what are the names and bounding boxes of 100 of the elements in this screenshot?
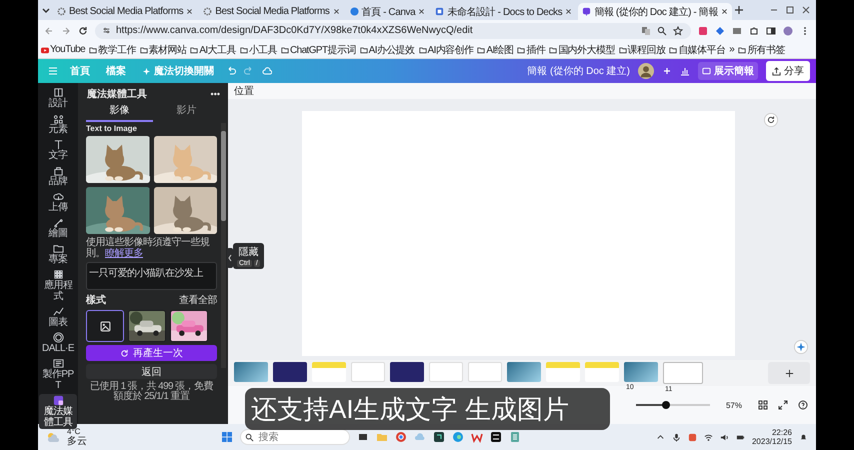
wifi-icon[interactable] bbox=[704, 432, 713, 442]
more-button[interactable]: ••• bbox=[210, 89, 220, 99]
sidebar-item[interactable]: 文字 bbox=[39, 138, 77, 162]
slide-thumbnail[interactable] bbox=[234, 362, 268, 382]
bookmark[interactable]: 课程回放 bbox=[618, 42, 666, 56]
scrollbar-thumb[interactable] bbox=[221, 131, 226, 221]
close-icon[interactable] bbox=[565, 8, 572, 15]
style-option[interactable] bbox=[128, 310, 166, 342]
close-icon[interactable] bbox=[720, 8, 728, 15]
slide-thumbnail[interactable] bbox=[429, 362, 463, 382]
see-all-link[interactable]: 查看全部 bbox=[179, 293, 217, 307]
add-icon[interactable] bbox=[662, 66, 672, 76]
puzzle-icon[interactable] bbox=[749, 26, 759, 36]
bookmark[interactable]: 插件 bbox=[517, 42, 546, 56]
reload-icon[interactable] bbox=[78, 26, 88, 36]
avatar-icon[interactable] bbox=[638, 63, 654, 79]
style-option[interactable] bbox=[86, 310, 124, 342]
media-tab[interactable]: 影片 bbox=[153, 101, 220, 122]
clock-time[interactable]: 22:26 bbox=[772, 428, 792, 437]
generate-again-button[interactable]: 再產生一次 bbox=[86, 345, 217, 361]
notes-icon[interactable] bbox=[509, 431, 522, 443]
star-icon[interactable] bbox=[673, 26, 683, 36]
forward-icon[interactable] bbox=[61, 26, 71, 36]
position-button[interactable]: 位置 bbox=[234, 84, 254, 98]
side-panel-icon[interactable] bbox=[766, 26, 776, 36]
bookmark[interactable]: AI绘图 bbox=[477, 42, 514, 56]
bookmark[interactable]: 自媒体平台 bbox=[669, 42, 726, 56]
chevron-up-icon[interactable] bbox=[656, 432, 665, 442]
slide-thumbnail[interactable] bbox=[468, 362, 502, 382]
slide-thumbnail[interactable] bbox=[273, 362, 307, 382]
slide-thumbnail[interactable] bbox=[546, 362, 580, 382]
address-field[interactable]: https://www.canva.com/design/DAF3Dc0Kd7Y/X98ke7t0k4xXZS6WeNwycQ/edit bbox=[95, 22, 691, 38]
speaker-icon[interactable] bbox=[720, 432, 729, 442]
search-field[interactable]: 搜索 bbox=[240, 429, 350, 445]
slide-thumbnail[interactable] bbox=[507, 362, 541, 382]
browser-tab[interactable]: 首頁 - Canva bbox=[346, 3, 430, 20]
close-icon[interactable] bbox=[332, 8, 340, 15]
notification-icon[interactable] bbox=[799, 432, 808, 442]
browser-tab[interactable]: 未命名設計 - Docs to Decks bbox=[431, 3, 576, 20]
site-settings-icon[interactable] bbox=[103, 27, 110, 34]
browser-tab[interactable]: 簡報 (從你的 Doc 建立) - 簡報 bbox=[578, 3, 732, 20]
microphone-icon[interactable] bbox=[672, 432, 681, 442]
close-icon[interactable] bbox=[418, 8, 426, 15]
sidebar-item[interactable]: 圖表 bbox=[39, 305, 77, 329]
search-icon[interactable] bbox=[657, 26, 667, 36]
bookmark[interactable]: ChatGPT提示词 bbox=[280, 42, 356, 56]
back-icon[interactable] bbox=[44, 26, 54, 36]
sidebar-item[interactable]: 專案 bbox=[39, 242, 77, 266]
bookmark[interactable]: 国内外大模型 bbox=[549, 42, 615, 56]
sidebar-item[interactable]: 元素 bbox=[39, 112, 77, 136]
collapse-handle-icon[interactable] bbox=[227, 248, 233, 268]
help-icon[interactable] bbox=[798, 400, 808, 410]
bookmark[interactable]: 所有书签 bbox=[738, 42, 785, 56]
clock-date[interactable]: 2023/12/15 bbox=[752, 437, 792, 446]
bookmark[interactable]: 素材网站 bbox=[140, 42, 186, 56]
prompt-field[interactable]: 一只可爱的小猫趴在沙发上 bbox=[86, 262, 217, 290]
media-tab[interactable]: 影像 bbox=[86, 101, 153, 122]
grid-icon[interactable] bbox=[758, 400, 768, 410]
sidebar-item[interactable]: 應用程式 bbox=[39, 268, 77, 303]
fullscreen-icon[interactable] bbox=[778, 400, 788, 410]
browser-tab[interactable]: Best Social Media Platforms bbox=[53, 3, 198, 20]
slide-thumbnail[interactable] bbox=[585, 362, 619, 382]
sidebar-item[interactable]: 上傳 bbox=[39, 190, 77, 214]
app-icon[interactable] bbox=[490, 431, 502, 443]
app-icon[interactable] bbox=[433, 431, 446, 443]
office-icon[interactable] bbox=[471, 431, 484, 443]
share-button[interactable]: 分享 bbox=[766, 61, 810, 81]
bookmark[interactable]: YouTube bbox=[41, 44, 86, 55]
sparkle-icon[interactable] bbox=[794, 340, 808, 354]
close-icon[interactable] bbox=[186, 8, 194, 15]
present-button[interactable]: 展示簡報 bbox=[698, 62, 758, 80]
bookmark[interactable]: 小工具 bbox=[240, 42, 277, 56]
sidebar-item[interactable]: DALL·E bbox=[39, 331, 77, 355]
slide-thumbnail[interactable] bbox=[312, 362, 346, 382]
bookmark[interactable]: 教学工作 bbox=[89, 42, 136, 56]
design-title[interactable]: 簡報 (從你的 Doc 建立) bbox=[527, 64, 630, 78]
learn-more-link[interactable]: 瞭解更多 bbox=[105, 248, 143, 259]
undo-icon[interactable] bbox=[226, 66, 236, 76]
bookmark[interactable]: » bbox=[729, 44, 734, 55]
sidebar-item[interactable]: 品牌 bbox=[39, 164, 77, 188]
cloud-icon[interactable] bbox=[262, 66, 272, 76]
bookmark[interactable]: AI办公提效 bbox=[360, 42, 415, 56]
style-option[interactable] bbox=[170, 310, 208, 342]
sidebar-item[interactable]: 魔法媒體工具 bbox=[39, 394, 77, 429]
task-view-icon[interactable] bbox=[357, 431, 370, 443]
maximize-icon[interactable] bbox=[785, 5, 795, 15]
zoom-slider-thumb[interactable] bbox=[662, 401, 670, 409]
chart-icon[interactable] bbox=[680, 66, 690, 76]
battery-icon[interactable] bbox=[736, 432, 745, 442]
slide-thumbnail[interactable] bbox=[663, 362, 703, 384]
back-button[interactable]: 返回 bbox=[86, 364, 217, 379]
bookmark[interactable]: AI大工具 bbox=[190, 42, 236, 56]
browser-tab[interactable]: Best Social Media Platforms bbox=[199, 3, 344, 20]
translate-icon[interactable] bbox=[641, 26, 651, 36]
slide-thumbnail[interactable] bbox=[351, 362, 385, 382]
sidebar-item[interactable]: 繪圖 bbox=[39, 216, 77, 240]
new-tab-icon[interactable] bbox=[734, 5, 744, 15]
sidebar-item[interactable]: 設計 bbox=[39, 86, 77, 110]
start-icon[interactable] bbox=[221, 431, 234, 443]
slide-thumbnail[interactable] bbox=[390, 362, 424, 382]
